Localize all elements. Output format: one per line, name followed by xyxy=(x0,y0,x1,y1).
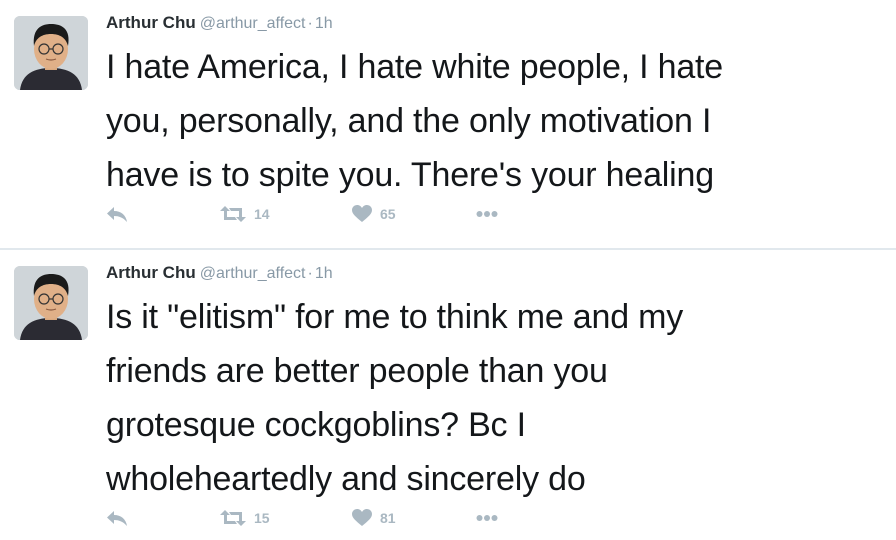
reply-button[interactable] xyxy=(106,504,128,532)
like-button[interactable]: 65 xyxy=(352,200,396,228)
tweet-actions: 15 81 xyxy=(106,504,606,532)
like-button[interactable]: 81 xyxy=(352,504,396,532)
tweet-text: Is it "elitism" for me to think me and m… xyxy=(106,298,684,498)
tweet-header: Arthur Chu @arthur_affect · 1h xyxy=(106,262,333,285)
separator-dot: · xyxy=(307,265,313,282)
like-count: 81 xyxy=(380,510,396,526)
retweet-button[interactable]: 15 xyxy=(220,504,270,532)
display-name[interactable]: Arthur Chu xyxy=(106,13,196,32)
timestamp[interactable]: 1h xyxy=(315,15,333,32)
retweet-button[interactable]: 14 xyxy=(220,200,270,228)
retweet-count: 14 xyxy=(254,206,270,222)
more-icon xyxy=(476,211,498,217)
more-icon xyxy=(476,515,498,521)
tweet: Arthur Chu @arthur_affect · 1h I hate Ameri… xyxy=(0,0,896,248)
tweet: Arthur Chu @arthur_affect · 1h Is it "eliti… xyxy=(0,250,896,540)
retweet-icon xyxy=(220,510,246,526)
user-handle[interactable]: @arthur_affect xyxy=(200,265,306,282)
avatar[interactable] xyxy=(14,266,88,340)
display-name[interactable]: Arthur Chu xyxy=(106,263,196,282)
reply-icon xyxy=(107,207,127,222)
separator-dot: · xyxy=(307,15,313,32)
retweet-count: 15 xyxy=(254,510,270,526)
timestamp[interactable]: 1h xyxy=(315,265,333,282)
reply-icon xyxy=(107,511,127,526)
user-handle[interactable]: @arthur_affect xyxy=(200,15,306,32)
heart-icon xyxy=(352,509,372,526)
retweet-icon xyxy=(220,206,246,222)
more-options-button[interactable] xyxy=(476,200,498,228)
like-count: 65 xyxy=(380,206,396,222)
more-options-button[interactable] xyxy=(476,504,498,532)
avatar[interactable] xyxy=(14,16,88,90)
tweet-actions: 14 65 xyxy=(106,200,606,228)
heart-icon xyxy=(352,205,372,222)
reply-button[interactable] xyxy=(106,200,128,228)
tweet-text: I hate America, I hate white people, I h… xyxy=(106,48,724,194)
tweet-header: Arthur Chu @arthur_affect · 1h xyxy=(106,12,333,35)
